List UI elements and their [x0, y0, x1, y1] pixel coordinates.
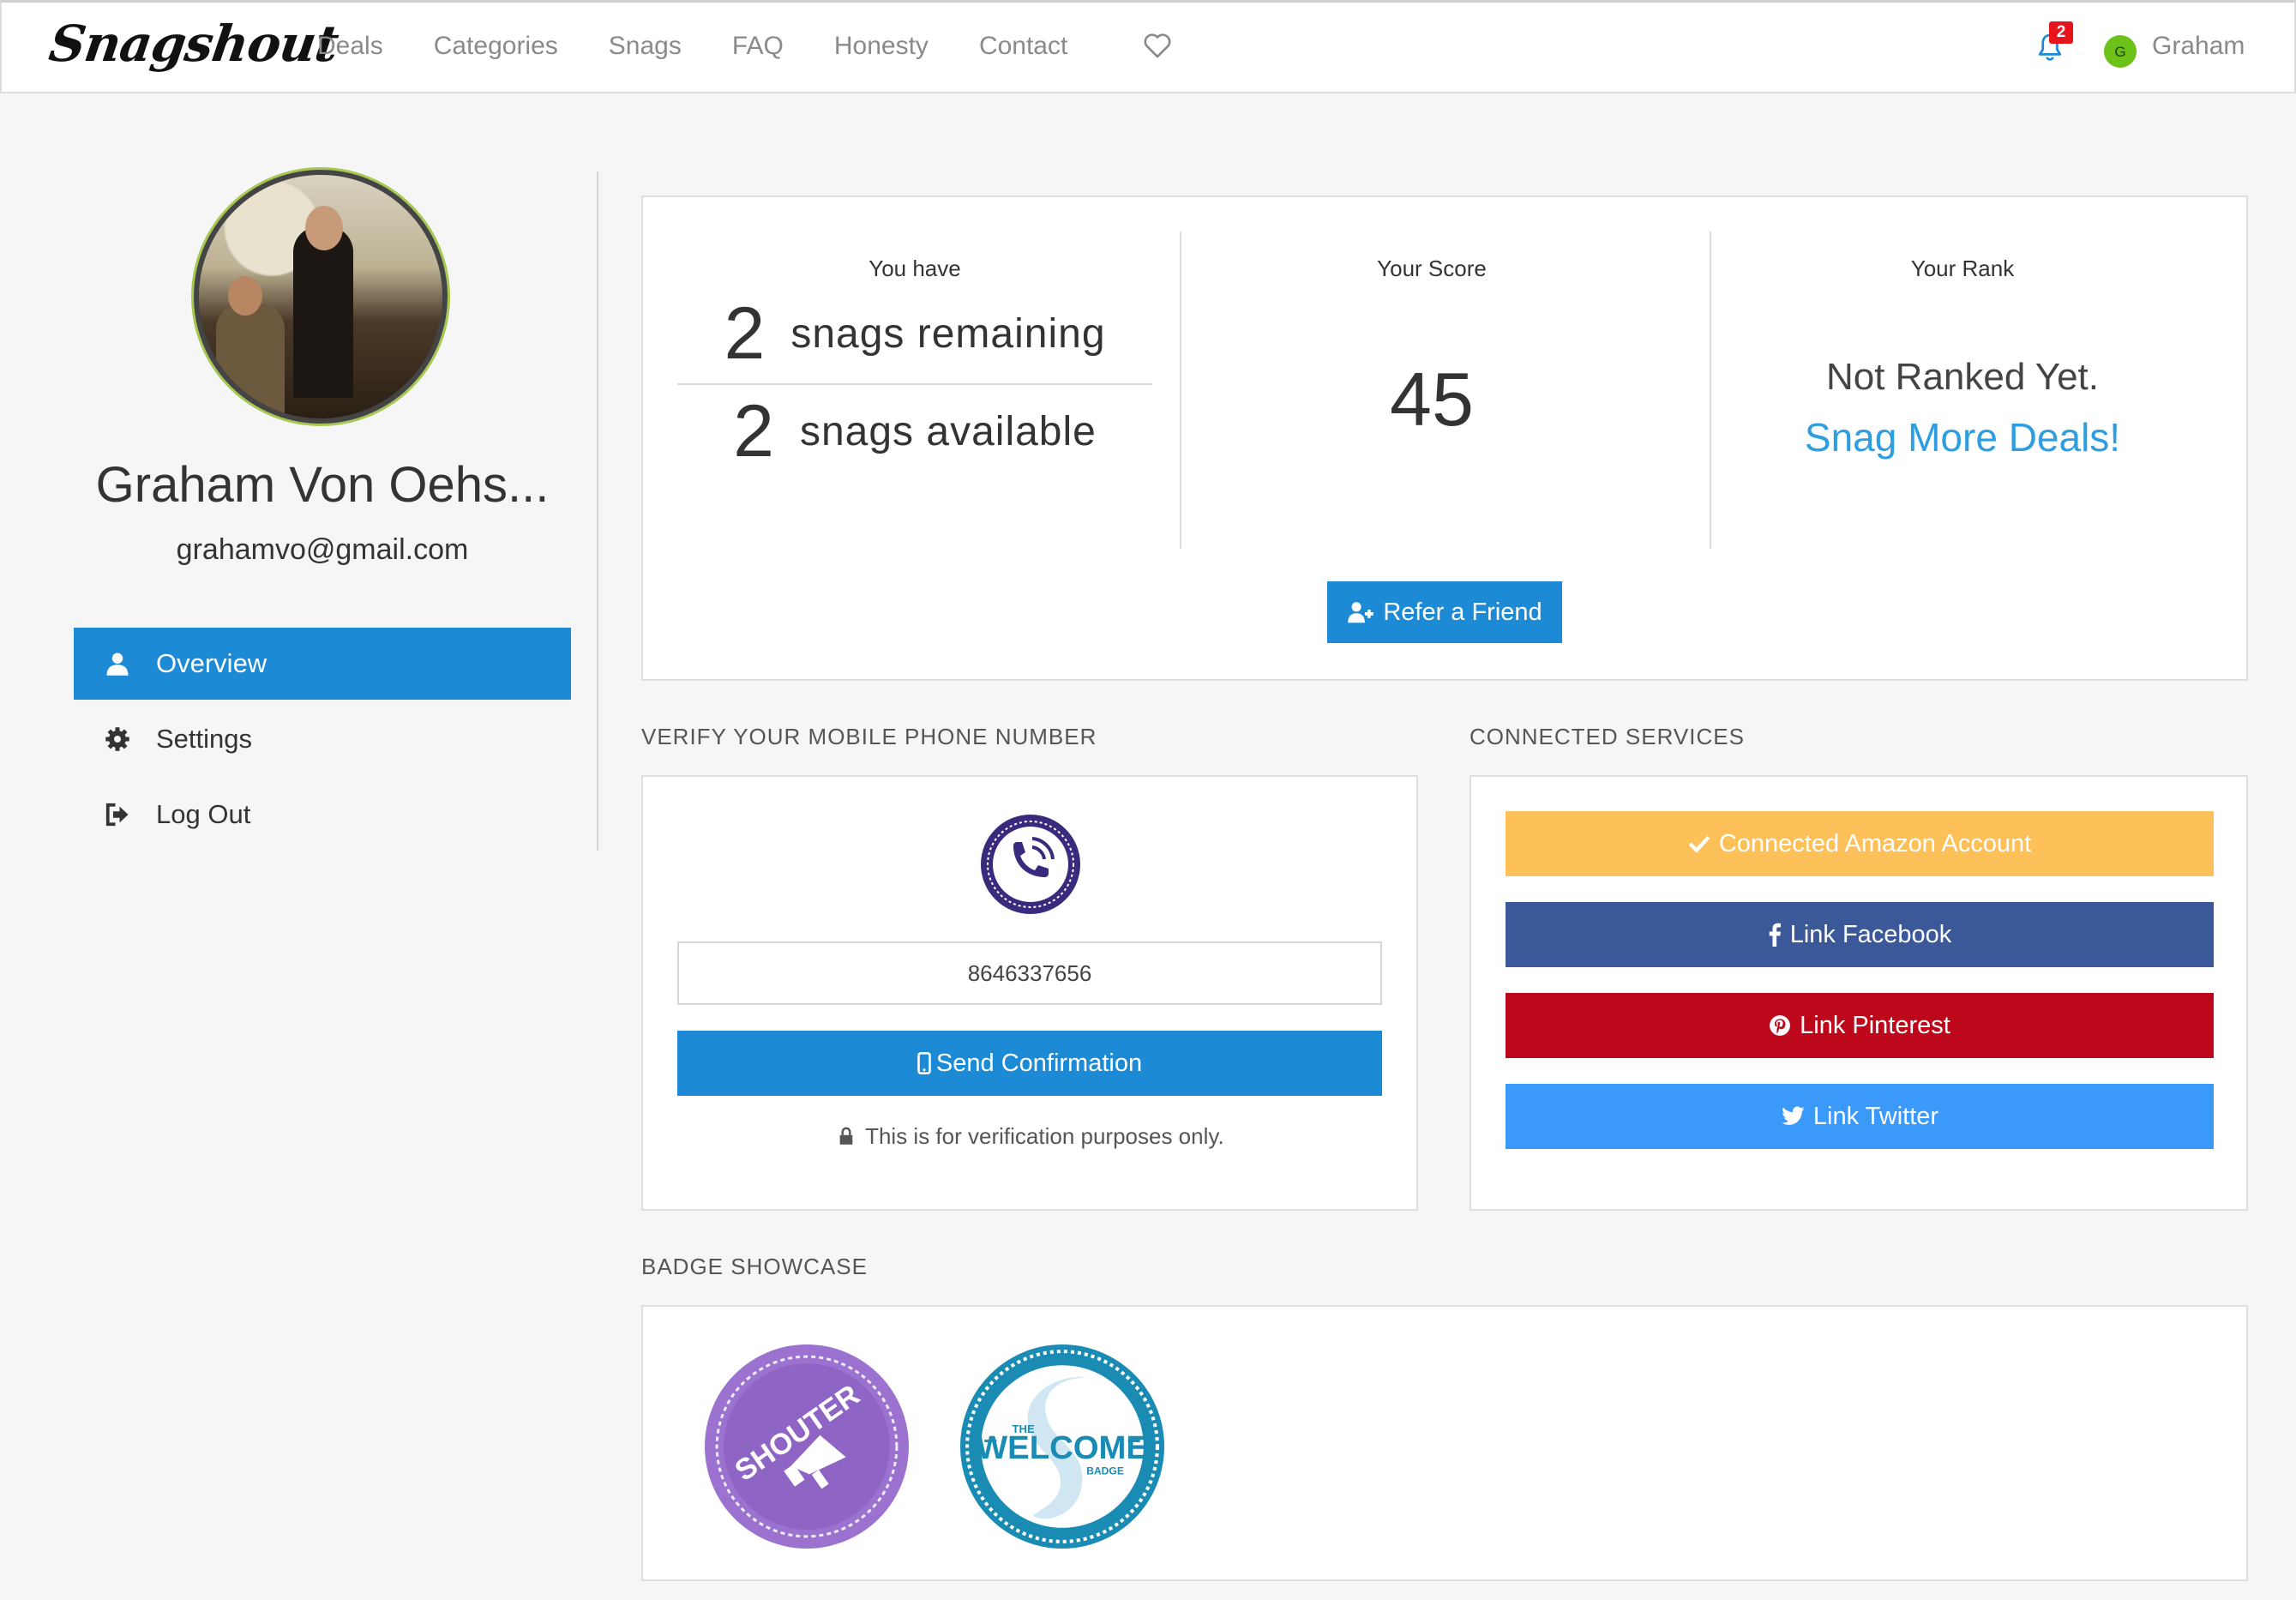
score-value: 45: [1390, 357, 1474, 442]
shouter-badge[interactable]: SHOUTER: [703, 1343, 911, 1550]
phone-number-input[interactable]: [677, 941, 1382, 1005]
snag-more-deals-link[interactable]: Snag More Deals!: [1711, 414, 2214, 460]
amazon-connected-button[interactable]: Connected Amazon Account: [1506, 811, 2214, 876]
nav-link-snags[interactable]: Snags: [609, 32, 682, 61]
user-icon: [106, 653, 129, 676]
sidebar-item-label: Overview: [156, 648, 267, 678]
twitter-icon: [1782, 1106, 1805, 1125]
photo-head-left: [228, 276, 262, 316]
link-pinterest-button[interactable]: Link Pinterest: [1506, 993, 2214, 1058]
snags-available-label: snags available: [799, 408, 1097, 454]
add-user-icon: [1348, 602, 1374, 623]
sidebar-item-label: Settings: [156, 724, 253, 754]
refer-friend-label: Refer a Friend: [1383, 598, 1542, 626]
nav-link-honesty[interactable]: Honesty: [834, 32, 929, 61]
nav-link-contact[interactable]: Contact: [979, 32, 1067, 61]
rank-value: Not Ranked Yet.: [1825, 356, 2099, 398]
mobile-phone-icon: [917, 1052, 931, 1074]
badge-showcase-panel: SHOUTER THE WELCOME BADGE: [641, 1305, 2248, 1581]
user-menu-name[interactable]: Graham: [2152, 32, 2245, 61]
snags-divider: [677, 383, 1152, 385]
sidebar-item-settings[interactable]: Settings: [74, 703, 571, 775]
you-have-heading: You have: [869, 256, 961, 281]
phone-badge-icon: [981, 815, 1080, 914]
snagshout-logo[interactable]: Snagshout: [45, 15, 341, 73]
send-confirmation-label: Send Confirmation: [935, 1049, 1143, 1077]
sign-out-icon: [105, 803, 129, 827]
twitter-label: Link Twitter: [1812, 1102, 1939, 1130]
sidebar-divider: [597, 171, 598, 851]
send-confirmation-button[interactable]: Send Confirmation: [677, 1031, 1382, 1096]
heart-icon[interactable]: [1142, 32, 1173, 59]
rank-heading: Your Rank: [1910, 256, 2015, 281]
snags-remaining-row: 2 snags remaining: [677, 292, 1152, 375]
profile-name: Graham Von Oehs...: [95, 457, 550, 513]
checkmark-icon: [1688, 835, 1710, 853]
rank-stat: Your Rank Not Ranked Yet. Snag More Deal…: [1710, 232, 2214, 549]
pinterest-icon: [1770, 1015, 1791, 1036]
pinterest-label: Link Pinterest: [1800, 1011, 1950, 1039]
sidebar-menu: Overview Settings Log Out: [74, 628, 571, 854]
score-stat: Your Score 45: [1180, 232, 1682, 549]
nav-links: Deals Categories Snags FAQ Honesty Conta…: [317, 32, 1118, 61]
link-twitter-button[interactable]: Link Twitter: [1506, 1084, 2214, 1149]
sidebar-item-overview[interactable]: Overview: [74, 628, 571, 700]
badge-section-title: BADGE SHOWCASE: [641, 1254, 868, 1279]
verify-section-title: VERIFY YOUR MOBILE PHONE NUMBER: [641, 724, 1097, 749]
connected-services-panel: Connected Amazon Account Link Facebook L…: [1470, 775, 2248, 1211]
notification-count-badge: 2: [2049, 21, 2073, 44]
facebook-icon: [1769, 923, 1781, 947]
facebook-label: Link Facebook: [1789, 920, 1952, 948]
lock-icon: [839, 1127, 853, 1145]
services-section-title: CONNECTED SERVICES: [1470, 724, 1745, 749]
amazon-label: Connected Amazon Account: [1718, 829, 2032, 857]
sidebar-item-label: Log Out: [156, 799, 251, 829]
gear-icon: [105, 727, 129, 751]
sidebar-item-logout[interactable]: Log Out: [74, 779, 571, 851]
link-facebook-button[interactable]: Link Facebook: [1506, 902, 2214, 967]
snags-available-row: 2 snags available: [677, 390, 1152, 472]
welcome-badge-main: WELCOME: [977, 1429, 1148, 1466]
welcome-badge[interactable]: THE WELCOME BADGE: [959, 1343, 1166, 1550]
photo-person-right: [293, 226, 353, 398]
refer-friend-button[interactable]: Refer a Friend: [1327, 581, 1562, 643]
nav-link-deals[interactable]: Deals: [317, 32, 383, 61]
welcome-badge-bottom: BADGE: [1086, 1465, 1124, 1477]
snags-remaining-label: snags remaining: [790, 310, 1106, 357]
nav-link-faq[interactable]: FAQ: [732, 32, 784, 61]
user-avatar[interactable]: G: [2104, 35, 2137, 68]
profile-email: grahamvo@gmail.com: [176, 533, 469, 566]
verification-note-text: This is for verification purposes only.: [865, 1123, 1224, 1149]
verification-note: This is for verification purposes only.: [643, 1123, 1420, 1150]
stats-panel: You have 2 snags remaining 2 snags avail…: [641, 195, 2248, 681]
photo-head-right: [305, 206, 343, 250]
score-heading: Your Score: [1377, 256, 1487, 281]
snags-available-count: 2: [733, 389, 774, 472]
top-navbar: Snagshout Deals Categories Snags FAQ Hon…: [0, 0, 2296, 93]
snags-stat: You have 2 snags remaining 2 snags avail…: [677, 232, 1152, 549]
nav-link-categories[interactable]: Categories: [434, 32, 558, 61]
profile-photo: [194, 170, 448, 424]
verify-phone-panel: Send Confirmation This is for verificati…: [641, 775, 1418, 1211]
snags-remaining-count: 2: [724, 292, 766, 375]
photo-person-left: [216, 304, 285, 418]
